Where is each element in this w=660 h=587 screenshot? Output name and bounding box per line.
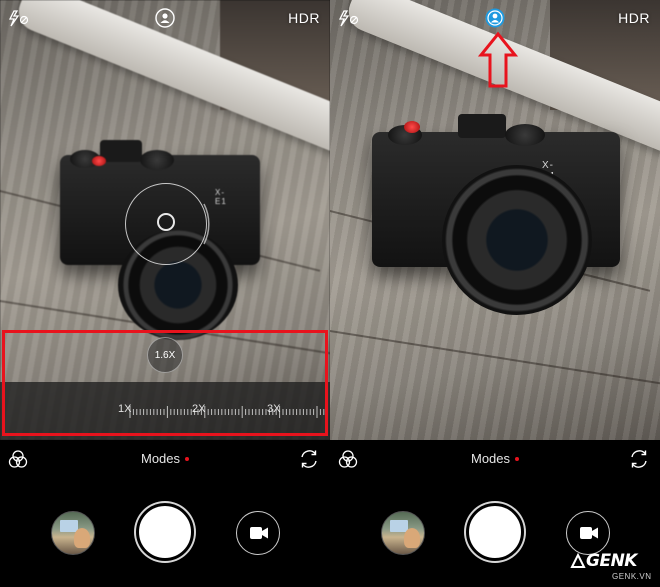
thumbnail-person: [74, 528, 90, 548]
shutter-button[interactable]: [136, 503, 194, 561]
modes-label: Modes: [140, 451, 181, 466]
thumbnail-person: [404, 528, 420, 548]
modes-indicator-dot: [515, 456, 520, 461]
genk-watermark: GENK GENK.VN: [570, 548, 660, 587]
left-screenshot: X-E1 HDR 1.6X 1X 2X 3X Modes: [0, 0, 330, 587]
hdr-toggle[interactable]: HDR: [288, 10, 320, 26]
genk-logo-icon: [570, 553, 586, 568]
flash-auto-icon[interactable]: [8, 9, 30, 27]
right-screenshot: X-E1 HDR Modes: [330, 0, 660, 587]
top-bar: HDR: [0, 0, 330, 38]
plank-line: [330, 330, 660, 386]
video-record-button[interactable]: [236, 511, 280, 555]
switch-camera-icon[interactable]: [628, 448, 650, 470]
highlight-arrow: [478, 31, 518, 88]
hdr-toggle[interactable]: HDR: [618, 10, 650, 26]
highlight-box: [2, 330, 328, 436]
switch-camera-icon[interactable]: [298, 448, 320, 470]
camera-model-label: X-E1: [215, 188, 227, 206]
flash-auto-icon[interactable]: [338, 9, 360, 27]
modes-menu[interactable]: Modes: [0, 451, 330, 466]
beauty-icon-active[interactable]: [485, 8, 505, 28]
beauty-icon[interactable]: [155, 8, 175, 28]
camera-shutter-button: [404, 121, 420, 133]
watermark-brand: GENK: [586, 551, 637, 571]
video-icon: [580, 527, 598, 539]
shutter-button[interactable]: [466, 503, 524, 561]
camera-dial: [140, 150, 174, 170]
gallery-thumbnail[interactable]: [51, 511, 95, 555]
camera-shutter-button: [92, 156, 106, 166]
gallery-thumbnail[interactable]: [381, 511, 425, 555]
watermark-site: GENK.VN: [612, 572, 652, 581]
camera-lens: [442, 165, 592, 315]
modes-label: Modes: [470, 451, 511, 466]
camera-dial: [505, 124, 545, 146]
focus-point[interactable]: [157, 213, 175, 231]
modes-indicator-dot: [185, 456, 190, 461]
camera-hotshoe: [100, 140, 142, 162]
video-icon: [250, 527, 268, 539]
camera-hotshoe: [458, 114, 506, 138]
modes-menu[interactable]: Modes: [330, 451, 660, 466]
